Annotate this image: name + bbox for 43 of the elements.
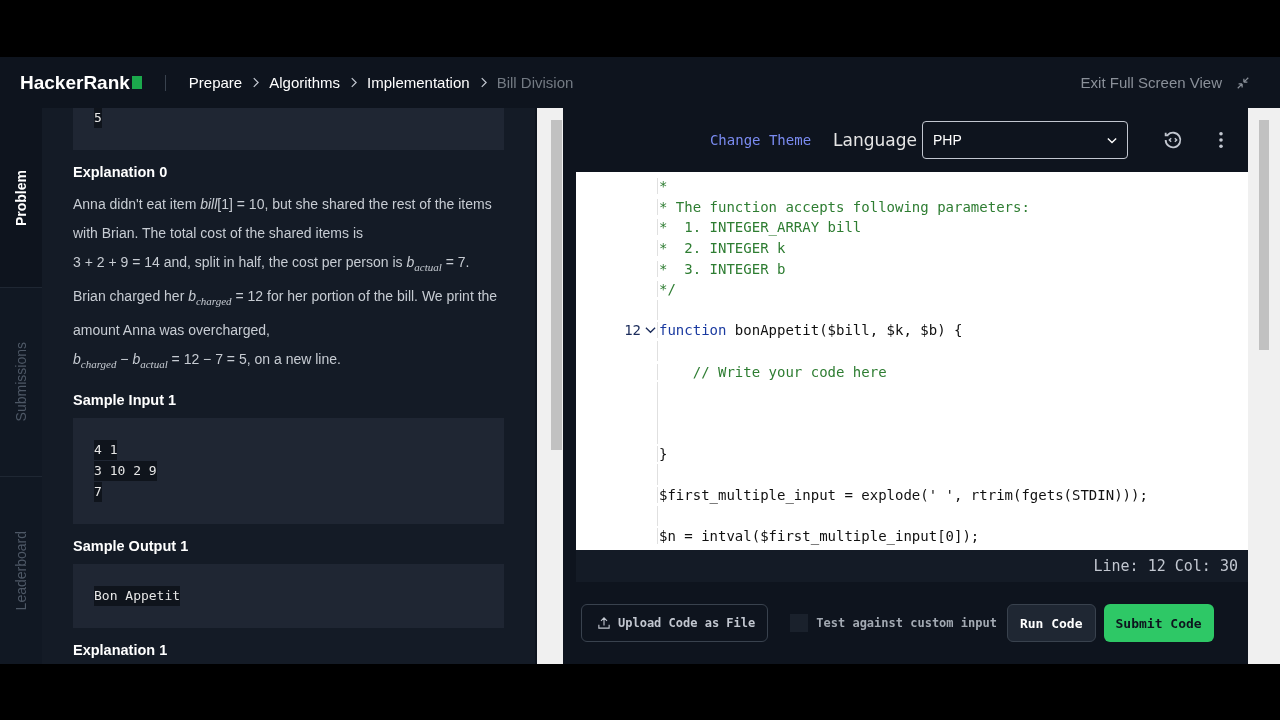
logo[interactable]: HackerRank: [20, 71, 142, 94]
language-label: Language: [833, 130, 917, 150]
line-number: 12: [624, 322, 641, 339]
breadcrumb-link[interactable]: Bill Division: [496, 74, 574, 91]
chevron-icon: [350, 77, 358, 88]
more-icon[interactable]: [1218, 131, 1224, 149]
breadcrumb-link[interactable]: Algorithms: [269, 74, 341, 91]
exit-fullscreen-link[interactable]: Exit Full Screen View: [1080, 74, 1222, 91]
scrollbar[interactable]: [1248, 108, 1280, 664]
paragraph: b$_{charged}$ − b$_{actual}$ = 12 − 7 = 5, on a new line.: [73, 349, 342, 372]
code-line: * 2. INTEGER k: [657, 240, 786, 257]
upload-button[interactable]: Upload Code as File: [581, 604, 769, 642]
cursor-position: Line: 12 Col: 30: [1093, 557, 1238, 575]
sidebar-tab[interactable]: Problem: [13, 169, 29, 226]
section-heading: Explanation 0: [73, 164, 169, 180]
section-heading: Sample Input 1: [73, 392, 178, 409]
code-line: *: [657, 178, 668, 195]
fold-icon[interactable]: [645, 326, 656, 335]
history-icon[interactable]: [1162, 129, 1184, 151]
code-line: * The function accepts following parameters:: [657, 198, 1030, 215]
collapse-icon[interactable]: [1236, 75, 1250, 90]
code-line: * 1. INTEGER_ARRAY bill: [657, 219, 862, 236]
caret-icon: [1107, 136, 1117, 144]
upload-icon: [598, 617, 610, 629]
submit-code-button[interactable]: Submit Code: [1103, 604, 1214, 642]
code-line: */: [657, 281, 676, 298]
section-heading: Explanation 1: [73, 642, 169, 659]
run-code-button[interactable]: Run Code: [1006, 604, 1096, 642]
breadcrumb-link[interactable]: Implementation: [367, 74, 470, 91]
code-line: $first_multiple_input = explode(' ', rtrim(fgets(STDIN)));: [657, 487, 1148, 504]
checkbox-label: Test against custom input: [816, 616, 997, 630]
code-line: function bonAppetit($bill, $k, $b) {: [657, 322, 963, 339]
code-line: * 3. INTEGER b: [657, 260, 786, 277]
breadcrumb-link[interactable]: Prepare: [188, 74, 243, 91]
code-line: }: [657, 446, 668, 462]
language-dropdown[interactable]: PHP: [922, 121, 1128, 159]
code-line: $n = intval($first_multiple_input[0]);: [657, 528, 980, 545]
scrollbar[interactable]: [537, 108, 563, 664]
section-heading: Sample Output 1: [73, 538, 190, 555]
chevron-icon: [479, 77, 487, 88]
change-theme-link[interactable]: Change Theme: [709, 132, 812, 148]
chevron-icon: [252, 77, 260, 88]
code-line: // Write your code here: [657, 363, 887, 380]
